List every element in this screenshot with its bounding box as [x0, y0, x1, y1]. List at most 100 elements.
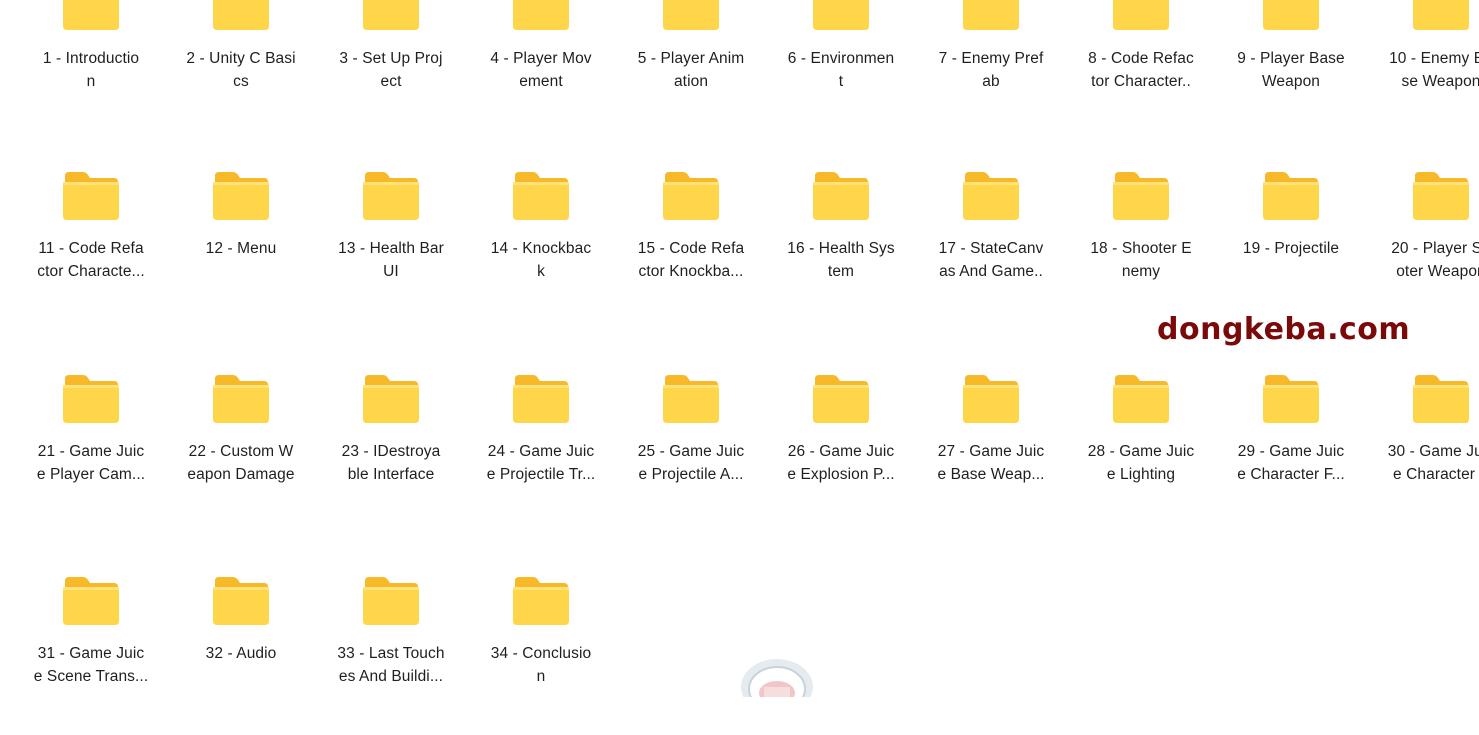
- folder-label-line1: 32 - Audio: [205, 645, 277, 662]
- folder-item[interactable]: 20 - Player Sh oter Weapon: [1376, 170, 1479, 330]
- folder-label: 2 - Unity C Basi cs: [178, 48, 304, 93]
- folder-label: 18 - Shooter E nemy: [1078, 238, 1204, 283]
- folder-label-line1: 11 - Code Refa: [38, 240, 144, 257]
- folder-icon: [963, 172, 1019, 220]
- folder-label: 27 - Game Juic e Base Weap...: [928, 441, 1054, 486]
- folder-label-line2: e Projectile A...: [638, 465, 744, 483]
- folder-item[interactable]: 7 - Enemy Pref ab: [926, 0, 1056, 140]
- folder-item[interactable]: 5 - Player Anim ation: [626, 0, 756, 140]
- folder-icon: [813, 375, 869, 423]
- folder-item[interactable]: 30 - Game Juic e Character F: [1376, 373, 1479, 533]
- folder-item[interactable]: 9 - Player Base Weapon: [1226, 0, 1356, 140]
- folder-label-line1: 7 - Enemy Pref: [938, 50, 1044, 67]
- folder-label: 8 - Code Refac tor Character..: [1078, 48, 1204, 93]
- folder-label-line1: 25 - Game Juic: [637, 443, 745, 460]
- folder-label: 5 - Player Anim ation: [628, 48, 754, 93]
- folder-icon: [213, 0, 269, 30]
- folder-label: 11 - Code Refa ctor Characte...: [28, 238, 154, 283]
- folder-label-line2: e Player Cam...: [36, 465, 146, 483]
- folder-icon: [663, 0, 719, 30]
- folder-label-line1: 6 - Environmen: [787, 50, 895, 67]
- folder-icon: [663, 375, 719, 423]
- folder-label-line2: tem: [827, 262, 855, 280]
- folder-icon: [363, 172, 419, 220]
- folder-icon: [513, 0, 569, 30]
- folder-label-line1: 17 - StateCanv: [938, 240, 1044, 257]
- folder-icon: [213, 375, 269, 423]
- folder-icon: [1113, 0, 1169, 30]
- folder-label-line2: ect: [380, 72, 402, 90]
- folder-item[interactable]: 14 - Knockbac k: [476, 170, 606, 330]
- folder-label-line2: e Base Weap...: [937, 465, 1045, 483]
- folder-item[interactable]: 33 - Last Touch es And Buildi...: [326, 575, 456, 735]
- folder-item[interactable]: 26 - Game Juic e Explosion P...: [776, 373, 906, 533]
- folder-label-line1: 13 - Health Bar: [338, 240, 444, 257]
- folder-item[interactable]: 4 - Player Mov ement: [476, 0, 606, 140]
- folder-item[interactable]: 11 - Code Refa ctor Characte...: [26, 170, 156, 330]
- folder-icon: [1413, 375, 1469, 423]
- folder-icon: [1413, 172, 1469, 220]
- folder-label: 13 - Health Bar UI: [328, 238, 454, 283]
- folder-item[interactable]: 17 - StateCanv as And Game..: [926, 170, 1056, 330]
- folder-label: 6 - Environmen t: [778, 48, 904, 93]
- folder-label: 16 - Health Sys tem: [778, 238, 904, 283]
- folder-item[interactable]: 32 - Audio: [176, 575, 306, 735]
- folder-item[interactable]: 12 - Menu: [176, 170, 306, 330]
- folder-label-line2: ement: [519, 72, 563, 90]
- folder-icon: [363, 0, 419, 30]
- folder-item[interactable]: 18 - Shooter E nemy: [1076, 170, 1206, 330]
- folder-label: 10 - Enemy Ba se Weapon: [1378, 48, 1479, 93]
- folder-label: 23 - IDestroya ble Interface: [328, 441, 454, 486]
- folder-item[interactable]: 22 - Custom W eapon Damage: [176, 373, 306, 533]
- folder-item[interactable]: 23 - IDestroya ble Interface: [326, 373, 456, 533]
- folder-label-line1: 2 - Unity C Basi: [186, 50, 296, 67]
- folder-label-line2: e Character F: [1392, 465, 1479, 483]
- folder-label-line2: se Weapon: [1401, 72, 1479, 90]
- folder-label-line1: 12 - Menu: [205, 240, 277, 257]
- folder-item[interactable]: 2 - Unity C Basi cs: [176, 0, 306, 140]
- folder-item[interactable]: 19 - Projectile: [1226, 170, 1356, 330]
- folder-item[interactable]: 27 - Game Juic e Base Weap...: [926, 373, 1056, 533]
- folder-label-line1: 26 - Game Juic: [787, 443, 895, 460]
- folder-label-line2: nemy: [1121, 262, 1161, 280]
- folder-item[interactable]: 6 - Environmen t: [776, 0, 906, 140]
- folder-label-line1: 9 - Player Base: [1237, 50, 1345, 67]
- folder-icon: [63, 0, 119, 30]
- assistant-avatar-icon[interactable]: [738, 657, 816, 697]
- folder-icon: [963, 375, 1019, 423]
- folder-label: 32 - Audio: [178, 643, 304, 666]
- folder-icon: [213, 172, 269, 220]
- folder-icon: [1113, 172, 1169, 220]
- folder-item[interactable]: 31 - Game Juic e Scene Trans...: [26, 575, 156, 735]
- folder-icon: [63, 375, 119, 423]
- folder-icon: [513, 375, 569, 423]
- folder-label-line1: 21 - Game Juic: [37, 443, 145, 460]
- folder-item[interactable]: 8 - Code Refac tor Character..: [1076, 0, 1206, 140]
- folder-label-line2: e Lighting: [1106, 465, 1176, 483]
- folder-label-line2: e Explosion P...: [787, 465, 895, 483]
- folder-item[interactable]: 25 - Game Juic e Projectile A...: [626, 373, 756, 533]
- folder-icon: [513, 172, 569, 220]
- folder-item[interactable]: 13 - Health Bar UI: [326, 170, 456, 330]
- folder-item[interactable]: 15 - Code Refa ctor Knockba...: [626, 170, 756, 330]
- folder-label: 19 - Projectile: [1228, 238, 1354, 261]
- folder-icon: [363, 375, 419, 423]
- folder-item[interactable]: 24 - Game Juic e Projectile Tr...: [476, 373, 606, 533]
- folder-label: 31 - Game Juic e Scene Trans...: [28, 643, 154, 688]
- folder-label-line2: k: [537, 262, 545, 280]
- folder-item[interactable]: 10 - Enemy Ba se Weapon: [1376, 0, 1479, 140]
- folder-item[interactable]: 16 - Health Sys tem: [776, 170, 906, 330]
- folder-label: 9 - Player Base Weapon: [1228, 48, 1354, 93]
- folder-label-line2: n: [536, 667, 546, 685]
- folder-label: 14 - Knockbac k: [478, 238, 604, 283]
- folder-label-line2: UI: [383, 262, 399, 280]
- folder-item[interactable]: 1 - Introductio n: [26, 0, 156, 140]
- folder-item[interactable]: 21 - Game Juic e Player Cam...: [26, 373, 156, 533]
- folder-label-line1: 33 - Last Touch: [337, 645, 445, 662]
- folder-item[interactable]: 34 - Conclusio n: [476, 575, 606, 735]
- folder-item[interactable]: 3 - Set Up Proj ect: [326, 0, 456, 140]
- folder-item[interactable]: 29 - Game Juic e Character F...: [1226, 373, 1356, 533]
- folder-item[interactable]: 28 - Game Juic e Lighting: [1076, 373, 1206, 533]
- folder-icon: [513, 577, 569, 625]
- folder-label: 17 - StateCanv as And Game..: [928, 238, 1054, 283]
